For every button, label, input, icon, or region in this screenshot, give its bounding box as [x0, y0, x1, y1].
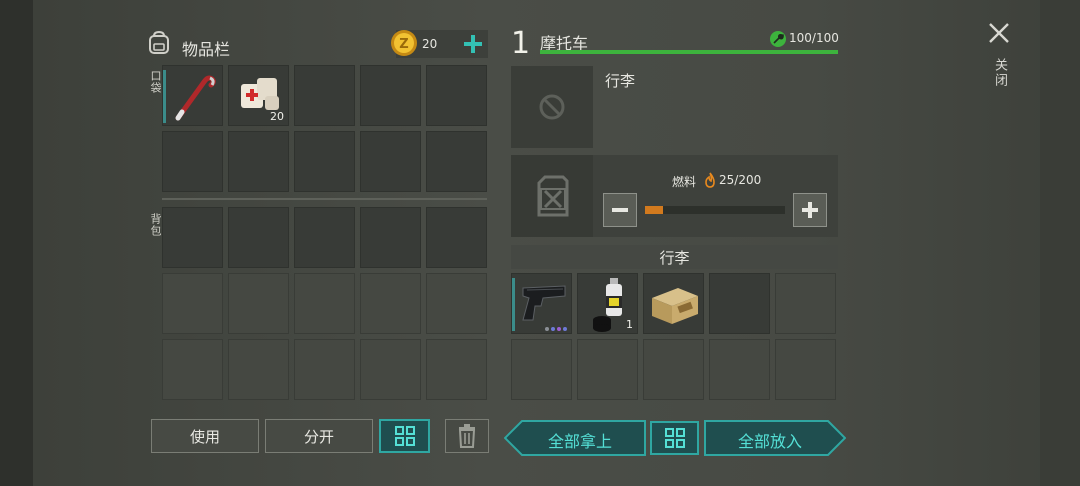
backpack-slot-7[interactable] [228, 273, 289, 334]
storage-slot-5[interactable] [775, 273, 836, 334]
spray-can-icon [593, 278, 622, 332]
pocket-slot-10[interactable] [426, 131, 487, 192]
left-edge [0, 0, 33, 486]
fuel-value: 25/200 [719, 173, 762, 187]
close-label[interactable]: 关闭 [990, 58, 1009, 88]
pocket-slot-9[interactable] [360, 131, 421, 192]
fuel-decrease-button[interactable] [603, 193, 637, 227]
sort-inventory-button[interactable] [379, 419, 430, 453]
storage-slot-7[interactable] [577, 339, 638, 400]
storage-slot-10[interactable] [775, 339, 836, 400]
empty-slot-icon [539, 94, 565, 120]
rarity-dots [545, 327, 567, 331]
luggage-slot[interactable] [511, 66, 593, 148]
add-coins-button[interactable] [463, 34, 483, 54]
backpack-slot-4[interactable] [360, 207, 421, 268]
backpack-slot-6[interactable] [162, 273, 223, 334]
pocket-slot-6[interactable] [162, 131, 223, 192]
take-all-label: 全部拿上 [547, 432, 612, 451]
section-divider [162, 198, 487, 200]
fuel-increase-button[interactable] [793, 193, 827, 227]
durability-bar [540, 50, 838, 54]
bandage-icon [241, 78, 279, 110]
crowbar-icon [175, 75, 216, 121]
pocket-label: 口袋 [149, 70, 162, 94]
pocket-slot-2[interactable]: 20 [228, 65, 289, 126]
backpack-slot-11[interactable] [162, 339, 223, 400]
sort-storage-button[interactable] [650, 421, 699, 455]
coin-count: 20 [422, 37, 438, 51]
game-screen: 物品栏 Z 20 口袋 背包 20 使用 分开 1 摩托车 100/100 行李… [0, 0, 1080, 486]
backpack-slot-5[interactable] [426, 207, 487, 268]
right-edge [1040, 0, 1080, 486]
backpack-slot-2[interactable] [228, 207, 289, 268]
trash-button[interactable] [445, 419, 489, 453]
pocket-slot-7[interactable] [228, 131, 289, 192]
backpack-slot-1[interactable] [162, 207, 223, 268]
use-button[interactable]: 使用 [151, 419, 259, 453]
pocket-slot-4[interactable] [360, 65, 421, 126]
storage-slot-2[interactable]: 1 [577, 273, 638, 334]
spray-can-count: 1 [626, 318, 633, 331]
durability-value: 100/100 [789, 31, 839, 45]
storage-slot-9[interactable] [709, 339, 770, 400]
storage-slot-6[interactable] [511, 339, 572, 400]
backpack-slot-8[interactable] [294, 273, 355, 334]
durability-bar-fill [540, 50, 838, 54]
fuel-label: 燃料 [672, 175, 697, 189]
backpack-slot-12[interactable] [228, 339, 289, 400]
backpack-slot-3[interactable] [294, 207, 355, 268]
storage-slot-8[interactable] [643, 339, 704, 400]
pistol-icon [522, 285, 566, 321]
storage-header: 行李 [511, 245, 838, 269]
backpack-slot-15[interactable] [426, 339, 487, 400]
jerrycan-icon [537, 175, 569, 217]
equipped-marker [512, 278, 515, 331]
grid-icon [664, 428, 685, 448]
backpack-slot-14[interactable] [360, 339, 421, 400]
put-all-label: 全部放入 [737, 432, 802, 451]
vehicle-level: 1 [511, 26, 531, 61]
pocket-slot-3[interactable] [294, 65, 355, 126]
pocket-slot-1[interactable] [162, 65, 223, 126]
grid-icon [394, 426, 415, 446]
backpack-slot-13[interactable] [294, 339, 355, 400]
minus-icon [612, 208, 628, 212]
flame-icon [705, 172, 715, 188]
backpack-label: 背包 [149, 213, 162, 237]
coin-icon: Z [391, 30, 417, 56]
backpack-slot-10[interactable] [426, 273, 487, 334]
svg-text:Z: Z [399, 37, 408, 52]
backpack-slot-9[interactable] [360, 273, 421, 334]
fuel-slider[interactable] [645, 206, 785, 214]
fuel-slot[interactable] [511, 155, 593, 237]
storage-slot-1[interactable] [511, 273, 572, 334]
close-icon[interactable] [988, 22, 1010, 44]
split-button[interactable]: 分开 [265, 419, 373, 453]
inventory-title: 物品栏 [182, 40, 231, 59]
wrench-icon [770, 31, 786, 47]
backpack-icon [149, 30, 169, 54]
luggage-title: 行李 [605, 72, 636, 90]
storage-slot-3[interactable] [643, 273, 704, 334]
storage-slot-4[interactable] [709, 273, 770, 334]
fuel-slider-fill [645, 206, 663, 214]
equipped-marker [163, 70, 166, 123]
bandage-count: 20 [270, 110, 284, 123]
plus-icon [802, 202, 818, 218]
ammo-box-icon [652, 288, 698, 324]
pocket-slot-5[interactable] [426, 65, 487, 126]
pocket-slot-8[interactable] [294, 131, 355, 192]
trash-icon [458, 424, 476, 448]
